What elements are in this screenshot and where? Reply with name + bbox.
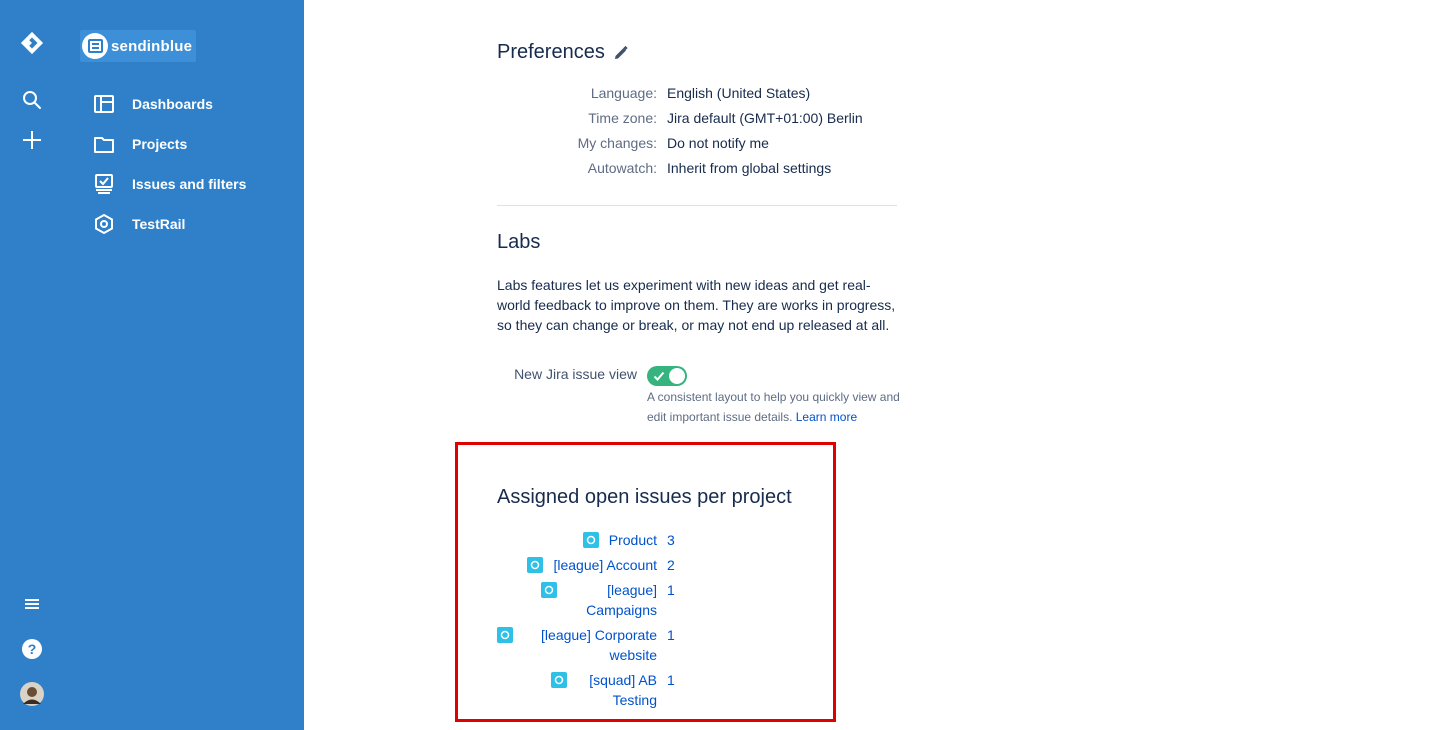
new-issue-view-toggle[interactable] bbox=[647, 366, 687, 386]
checkmark-icon bbox=[653, 371, 665, 381]
issue-count-link[interactable]: 2 bbox=[667, 555, 675, 575]
issue-count-link[interactable]: 3 bbox=[667, 530, 675, 550]
labs-help-text: A consistent layout to help you quickly … bbox=[647, 387, 907, 427]
pref-value: Jira default (GMT+01:00) Berlin bbox=[667, 110, 863, 126]
pref-row-my-changes: My changes: Do not notify me bbox=[497, 135, 917, 155]
global-nav-rail: ? bbox=[0, 0, 64, 730]
project-avatar-icon bbox=[497, 627, 513, 643]
brand-name: sendinblue bbox=[111, 37, 193, 55]
sidebar-item-label: TestRail bbox=[132, 216, 186, 232]
pref-key: My changes: bbox=[577, 135, 657, 151]
edit-pencil-icon[interactable] bbox=[613, 45, 629, 61]
sidebar-item-issues-and-filters[interactable]: Issues and filters bbox=[92, 168, 292, 200]
brand-logo[interactable]: sendinblue bbox=[80, 30, 196, 62]
assigned-issues-title: Assigned open issues per project bbox=[497, 486, 792, 508]
user-avatar[interactable] bbox=[20, 682, 44, 706]
project-avatar-icon bbox=[541, 582, 557, 598]
sidebar-item-testrail[interactable]: TestRail bbox=[92, 208, 292, 240]
issue-count-link[interactable]: 1 bbox=[667, 670, 675, 710]
pref-value: Do not notify me bbox=[667, 135, 769, 151]
pref-key: Time zone: bbox=[588, 110, 657, 126]
project-issue-row: [squad] AB Testing 1 bbox=[497, 670, 697, 710]
pref-value: English (United States) bbox=[667, 85, 811, 101]
project-avatar-icon bbox=[527, 557, 544, 573]
sendinblue-logo-icon bbox=[82, 33, 108, 59]
project-link[interactable]: Product bbox=[609, 530, 657, 550]
project-link[interactable]: [league] Account bbox=[553, 555, 657, 575]
issues-icon bbox=[92, 172, 116, 196]
sidebar-item-dashboards[interactable]: Dashboards bbox=[92, 88, 292, 120]
dashboard-icon bbox=[92, 92, 116, 116]
labs-title: Labs bbox=[497, 231, 541, 253]
toggle-knob bbox=[669, 368, 685, 384]
sidebar-item-label: Dashboards bbox=[132, 96, 213, 112]
pref-row-autowatch: Autowatch: Inherit from global settings bbox=[497, 160, 917, 180]
folder-icon bbox=[92, 132, 116, 156]
project-issue-row: Product 3 bbox=[497, 530, 697, 550]
pref-key: Language: bbox=[590, 85, 657, 101]
project-issue-row: [league] Corporate website 1 bbox=[497, 625, 697, 665]
project-avatar-icon bbox=[551, 672, 567, 688]
create-plus-icon[interactable] bbox=[20, 128, 44, 152]
pref-row-language: Language: English (United States) bbox=[497, 85, 917, 105]
project-link[interactable]: [squad] AB Testing bbox=[577, 670, 657, 710]
labs-description: Labs features let us experiment with new… bbox=[497, 277, 896, 333]
sidebar-item-label: Projects bbox=[132, 136, 188, 152]
project-link[interactable]: [league] Corporate website bbox=[523, 625, 657, 665]
search-icon[interactable] bbox=[20, 88, 44, 112]
issue-count-link[interactable]: 1 bbox=[667, 580, 675, 620]
testrail-icon bbox=[92, 212, 116, 236]
jira-logo-icon[interactable] bbox=[20, 31, 44, 55]
pref-value: Inherit from global settings bbox=[667, 160, 832, 176]
project-link[interactable]: [league] Campaigns bbox=[567, 580, 657, 620]
pref-key: Autowatch: bbox=[587, 160, 657, 176]
project-issue-row: [league] Campaigns 1 bbox=[497, 580, 697, 620]
pref-row-timezone: Time zone: Jira default (GMT+01:00) Berl… bbox=[497, 110, 917, 130]
sidebar-item-projects[interactable]: Projects bbox=[92, 128, 292, 160]
menu-icon[interactable] bbox=[20, 592, 44, 616]
labs-help-description: A consistent layout to help you quickly … bbox=[647, 390, 900, 424]
sidebar-item-label: Issues and filters bbox=[132, 176, 247, 192]
project-avatar-icon bbox=[582, 532, 599, 548]
preferences-header: Preferences bbox=[497, 41, 629, 64]
project-sidebar: sendinblue Dashboards Projects Issues an… bbox=[64, 0, 304, 730]
help-icon[interactable]: ? bbox=[20, 637, 44, 661]
new-issue-view-label: New Jira issue view bbox=[514, 366, 637, 382]
project-issue-row: [league] Account 2 bbox=[497, 555, 697, 575]
issue-count-link[interactable]: 1 bbox=[667, 625, 675, 665]
svg-text:?: ? bbox=[28, 641, 37, 657]
preferences-title: Preferences bbox=[497, 41, 605, 63]
learn-more-link[interactable]: Learn more bbox=[796, 410, 857, 424]
section-divider bbox=[497, 205, 897, 206]
